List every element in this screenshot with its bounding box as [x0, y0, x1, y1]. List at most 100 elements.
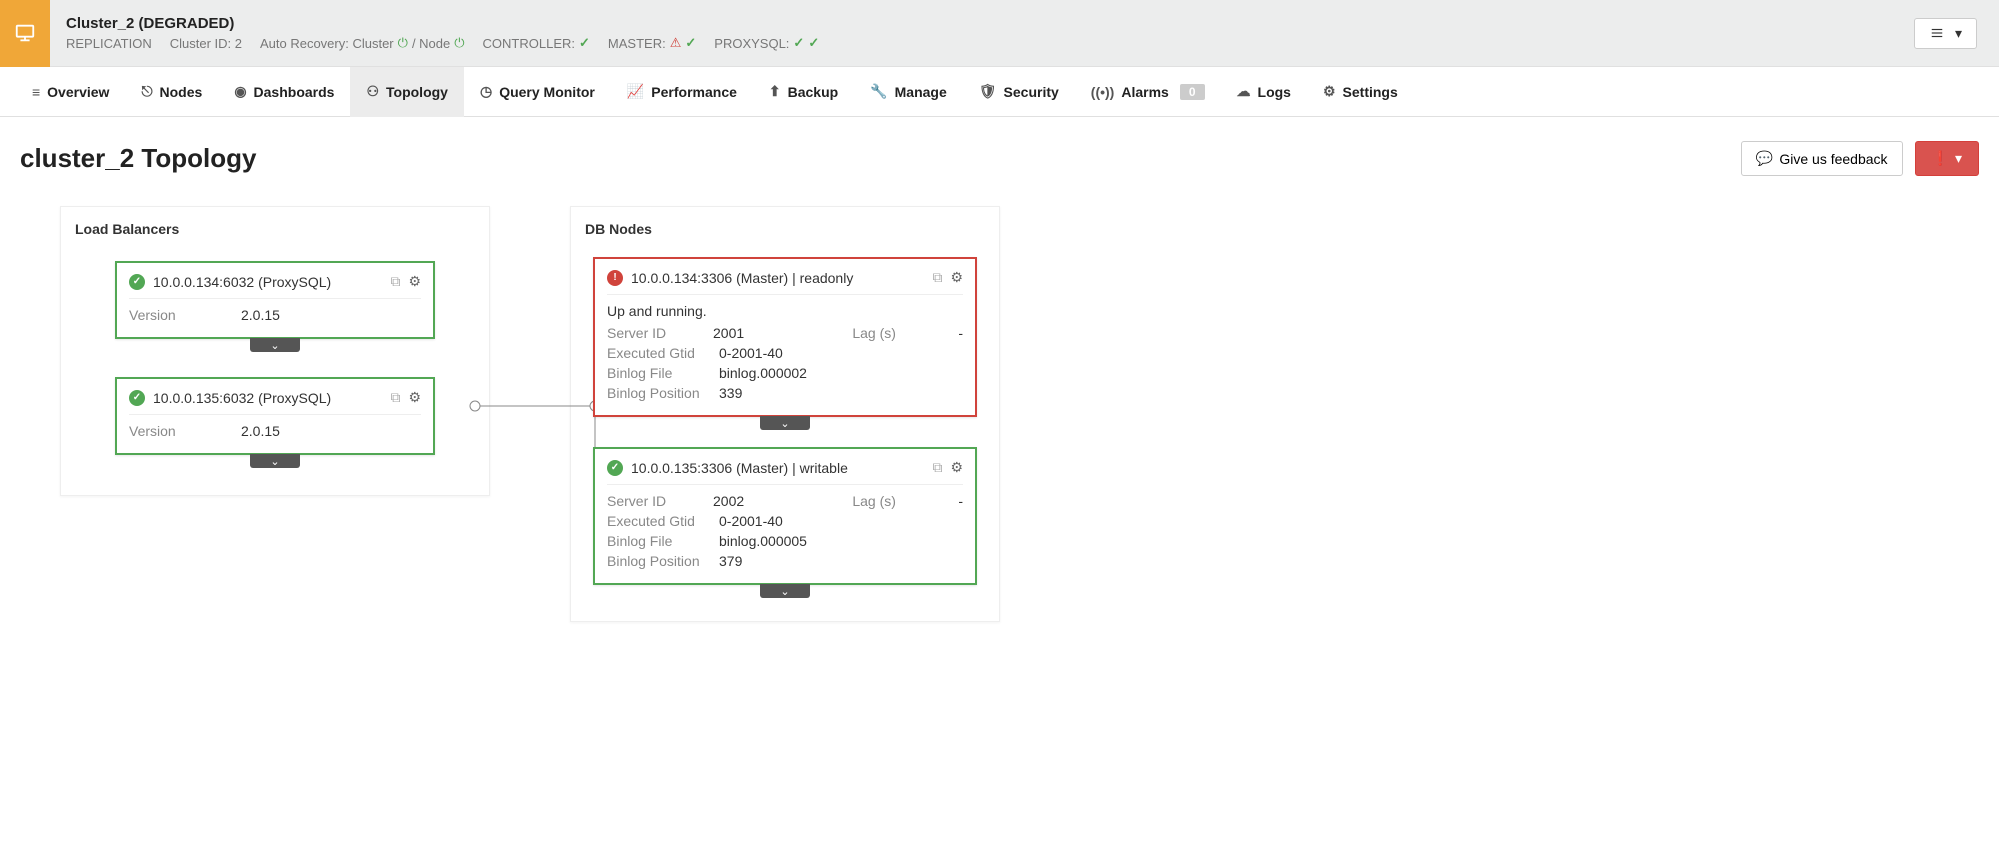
master-status: MASTER: ⚠ ✓ [608, 35, 696, 51]
proxysql-status: PROXYSQL: ✓ ✓ [714, 35, 819, 51]
dashboard-icon: ◉ [234, 83, 246, 100]
lb-title: Load Balancers [75, 221, 475, 237]
external-link-icon[interactable]: ⧉ [932, 269, 942, 286]
node-body: Version 2.0.15 [129, 307, 421, 323]
cluster-header: Cluster_2 (DEGRADED) REPLICATION Cluster… [0, 0, 1999, 67]
node-body: Version 2.0.15 [129, 423, 421, 439]
page-header: cluster_2 Topology 💬Give us feedback ❗▾ [20, 141, 1979, 176]
tab-dashboards[interactable]: ◉Dashboards [218, 67, 350, 117]
external-link-icon[interactable]: ⧉ [390, 389, 400, 406]
node-title: 10.0.0.135:3306 (Master) | writable [631, 460, 924, 476]
tab-nodes[interactable]: ⎋Nodes [125, 67, 218, 117]
status-error-icon: ! [607, 270, 623, 286]
topology-icon: ⚇ [366, 83, 379, 100]
chevron-down-icon: ⌄ [780, 585, 789, 598]
alert-icon: ❗ [1932, 150, 1949, 167]
alert-icon: ⚠ [670, 35, 682, 51]
caret-down-icon: ▾ [1955, 150, 1962, 167]
header-actions: ▾ [1914, 18, 1999, 49]
tab-topology[interactable]: ⚇Topology [350, 67, 464, 117]
load-balancers-panel: Load Balancers ✓ 10.0.0.134:6032 (ProxyS… [60, 206, 490, 496]
node-body: Up and running. Server ID2001 Lag (s)- E… [607, 303, 963, 401]
controller-status: CONTROLLER: ✓ [483, 35, 590, 51]
status-ok-icon: ✓ [607, 460, 623, 476]
chevron-down-icon: ⌄ [270, 339, 279, 352]
status-ok-icon: ✓ [129, 390, 145, 406]
gear-icon[interactable]: ⚙ [408, 389, 421, 406]
tab-logs[interactable]: ☁Logs [1221, 67, 1307, 117]
tab-backup[interactable]: ⬆Backup [753, 67, 854, 117]
node-title: 10.0.0.135:6032 (ProxySQL) [153, 390, 382, 406]
version-label: Version [129, 307, 229, 323]
power-icon[interactable]: ⏻ [454, 35, 464, 51]
list-icon [1929, 26, 1945, 40]
db-node-wrap: ! 10.0.0.134:3306 (Master) | readonly ⧉ … [585, 249, 985, 439]
node-body: Server ID2002 Lag (s)- Executed Gtid0-20… [607, 493, 963, 569]
cluster-type: REPLICATION [66, 36, 152, 51]
header-content: Cluster_2 (DEGRADED) REPLICATION Cluster… [50, 7, 1914, 59]
expand-toggle[interactable]: ⌄ [760, 584, 810, 598]
gear-icon[interactable]: ⚙ [950, 459, 963, 476]
db-title: DB Nodes [585, 221, 985, 237]
gear-icon[interactable]: ⚙ [950, 269, 963, 286]
tab-performance[interactable]: 📈Performance [611, 67, 753, 117]
status-message: Up and running. [607, 303, 963, 319]
auto-recovery: Auto Recovery: Cluster ⏻ / Node ⏻ [260, 35, 465, 51]
expand-toggle[interactable]: ⌄ [250, 338, 300, 352]
lb-node-card: ✓ 10.0.0.134:6032 (ProxySQL) ⧉ ⚙ Version… [115, 261, 435, 339]
node-title: 10.0.0.134:6032 (ProxySQL) [153, 274, 382, 290]
db-node-wrap: ✓ 10.0.0.135:3306 (Master) | writable ⧉ … [585, 439, 985, 607]
chart-icon: 📈 [627, 83, 644, 100]
page-actions: 💬Give us feedback ❗▾ [1741, 141, 1979, 176]
cloud-icon: ☁ [1237, 83, 1251, 100]
check-icon: ✓ [808, 35, 819, 51]
expand-toggle[interactable]: ⌄ [250, 454, 300, 468]
backup-icon: ⬆ [769, 83, 781, 100]
tab-query-monitor[interactable]: ◷Query Monitor [464, 67, 611, 117]
monitor-icon [14, 22, 36, 44]
cluster-title: Cluster_2 (DEGRADED) [66, 15, 1898, 32]
nav-tabs: ≡Overview ⎋Nodes ◉Dashboards ⚇Topology ◷… [0, 67, 1999, 117]
page-title: cluster_2 Topology [20, 143, 256, 174]
wrench-icon: 🔧 [870, 83, 887, 100]
caret-down-icon: ▾ [1955, 25, 1962, 42]
chevron-down-icon: ⌄ [270, 455, 279, 468]
tab-overview[interactable]: ≡Overview [16, 67, 125, 117]
db-node-card: ! 10.0.0.134:3306 (Master) | readonly ⧉ … [593, 257, 977, 417]
check-icon: ✓ [579, 35, 590, 51]
node-head: ✓ 10.0.0.135:3306 (Master) | writable ⧉ … [607, 459, 963, 485]
feedback-button[interactable]: 💬Give us feedback [1741, 141, 1903, 176]
tab-manage[interactable]: 🔧Manage [854, 67, 963, 117]
app-logo [0, 0, 50, 67]
node-head: ! 10.0.0.134:3306 (Master) | readonly ⧉ … [607, 269, 963, 295]
power-icon[interactable]: ⏻ [398, 35, 408, 51]
page-body: cluster_2 Topology 💬Give us feedback ❗▾ … [0, 117, 1999, 646]
expand-toggle[interactable]: ⌄ [760, 416, 810, 430]
tab-security[interactable]: 🛡Security [963, 67, 1075, 117]
shield-icon: 🛡 [979, 83, 997, 100]
node-head: ✓ 10.0.0.135:6032 (ProxySQL) ⧉ ⚙ [129, 389, 421, 415]
node-title: 10.0.0.134:3306 (Master) | readonly [631, 270, 924, 286]
tab-settings[interactable]: ⚙Settings [1307, 67, 1414, 117]
version-value: 2.0.15 [241, 423, 280, 439]
alarms-badge: 0 [1180, 84, 1205, 100]
gear-icon[interactable]: ⚙ [408, 273, 421, 290]
db-nodes-panel: DB Nodes ! 10.0.0.134:3306 (Master) | re… [570, 206, 1000, 622]
topology-canvas: Load Balancers ✓ 10.0.0.134:6032 (ProxyS… [20, 206, 1979, 622]
chevron-down-icon: ⌄ [780, 417, 789, 430]
clock-icon: ◷ [480, 83, 492, 100]
tab-alarms[interactable]: ((•))Alarms0 [1075, 67, 1221, 117]
db-node-card: ✓ 10.0.0.135:3306 (Master) | writable ⧉ … [593, 447, 977, 585]
menu-dropdown[interactable]: ▾ [1914, 18, 1977, 49]
gear-icon: ⚙ [1323, 83, 1336, 100]
external-link-icon[interactable]: ⧉ [932, 459, 942, 476]
lb-node-wrap: ✓ 10.0.0.135:6032 (ProxySQL) ⧉ ⚙ Version… [75, 365, 475, 481]
header-meta: REPLICATION Cluster ID: 2 Auto Recovery:… [66, 35, 1898, 51]
version-label: Version [129, 423, 229, 439]
alert-dropdown-button[interactable]: ❗▾ [1915, 141, 1979, 176]
menu-icon: ≡ [32, 84, 40, 100]
chat-icon: 💬 [1756, 150, 1773, 167]
external-link-icon[interactable]: ⧉ [390, 273, 400, 290]
lb-node-card: ✓ 10.0.0.135:6032 (ProxySQL) ⧉ ⚙ Version… [115, 377, 435, 455]
nodes-icon: ⎋ [141, 83, 152, 100]
